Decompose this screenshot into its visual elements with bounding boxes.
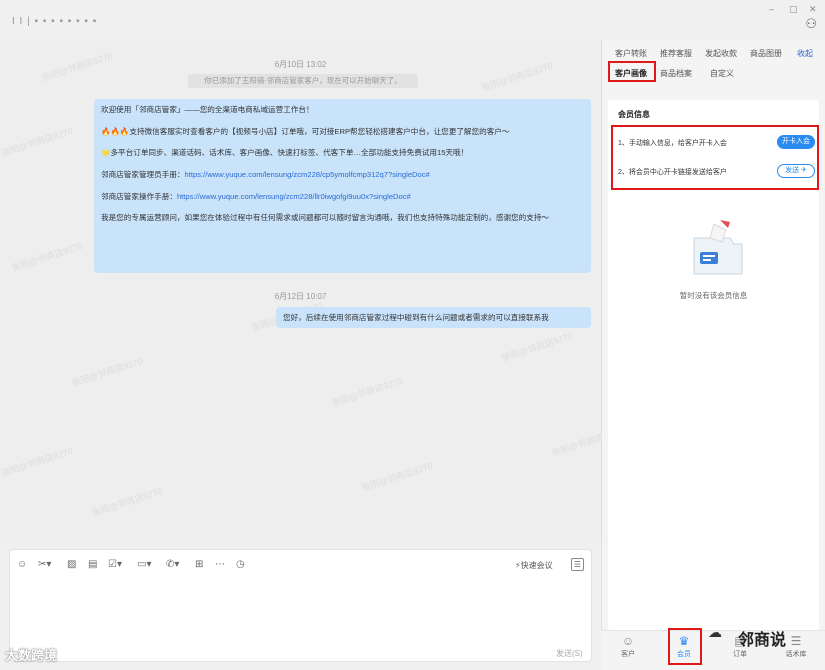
watermark: 张阳@邻商店9270 (0, 125, 75, 159)
watermark: 张阳@邻商店9270 (330, 375, 405, 409)
document-icon[interactable]: ▤ (88, 559, 97, 570)
highlight-frame (608, 61, 656, 82)
message-paragraph: 欢迎使用「邻商店管家」——您的全渠道电商私域运营工作台！ (101, 105, 314, 114)
file-icon[interactable]: ⊞ (195, 559, 203, 570)
quick-meeting-label: 快速会议 (520, 561, 553, 570)
brand-watermark: 邻商说 (738, 632, 787, 649)
nav-label: 客户 (621, 651, 635, 658)
tab-collect-payment[interactable]: 发起收款 (705, 48, 737, 59)
message-timestamp: 6月12日 10:07 (274, 292, 327, 301)
window-title: I I | ▪ ▪ ▪ ▪ ▪ ▪ ▪ ▪ (12, 16, 98, 27)
collapse-button[interactable]: 收起 (797, 48, 813, 59)
watermark: 张阳@邻商店9270 (90, 485, 165, 519)
minimize-button[interactable]: – (769, 4, 774, 14)
admin-manual-link[interactable]: https://www.yuque.com/lensung/zcm228/cp5… (185, 170, 430, 179)
title-bar: I I | ▪ ▪ ▪ ▪ ▪ ▪ ▪ ▪ – ▢ ✕ ⚇ (0, 0, 825, 40)
user-icon: ☺ (621, 634, 635, 648)
message-paragraph: 🔥🔥🔥支持微信客服实时查看客户的【视频号小店】订单哦，可对接ERP帮您轻松搭建客… (101, 126, 510, 136)
message-input[interactable]: ☺ ✂▾ ▨ ▤ ☑▾ ▭▾ ✆▾ ⊞ ⋯ ◷ ⚡快速会议 ☰ 发送(S) (9, 549, 592, 662)
highlight-frame (668, 628, 702, 665)
task-icon[interactable]: ☑▾ (108, 559, 122, 570)
add-contact-icon[interactable]: ⚇ (805, 16, 817, 32)
folder-icon[interactable]: ▭▾ (137, 559, 151, 570)
screenshot-icon[interactable]: ✂▾ (38, 559, 51, 570)
manual-label: 邻商店管家管理员手册： (101, 169, 185, 179)
corner-logo: 大数跨境 (5, 645, 57, 664)
member-card: 会员信息 1、手动输入信息，给客户开卡入会 开卡入会 2、将会员中心开卡链接发送… (608, 100, 819, 630)
empty-folder-icon (693, 220, 743, 275)
system-message: 你已添加了王阳骑-邻商店管家客户，现在可以开始聊天了。 (188, 74, 418, 88)
nav-item-customer[interactable]: ☺ 客户 (611, 633, 645, 659)
expand-icon[interactable]: ☰ (571, 558, 584, 571)
tab-custom[interactable]: 自定义 (710, 68, 734, 79)
watermark: 张阳@邻商店9270 (10, 240, 85, 274)
tab-recommend-service[interactable]: 推荐客服 (660, 48, 692, 59)
watermark: 张阳@邻商店9270 (0, 445, 75, 479)
tab-product-album[interactable]: 商品图册 (750, 48, 782, 59)
watermark: 张阳@邻商店9270 (550, 425, 601, 459)
chat-panel[interactable]: 张阳@邻商店9270 张阳@邻商店9270 张阳@邻商店9270 张阳@邻商店9… (0, 40, 601, 543)
more-icon[interactable]: ⋯ (215, 559, 225, 570)
watermark: 张阳@邻商店9270 (500, 330, 575, 364)
nav-label: 订单 (733, 651, 747, 658)
message-paragraph: 🌟多平台订单同步、渠道话码、话术库、客户画像、快速打标签、代客下单…全部功能支持… (101, 148, 469, 158)
operation-manual-link[interactable]: https://www.yuque.com/lensung/zcm228/llr… (177, 192, 411, 201)
clock-icon[interactable]: ◷ (236, 559, 245, 570)
maximize-button[interactable]: ▢ (789, 4, 798, 15)
message-paragraph: 邻商店管家操作手册：https://www.yuque.com/lensung/… (101, 192, 584, 203)
message-paragraph: 我是您的专属运营顾问，如果您在体验过程中有任何需求或问题都可以随时留言沟通哦，我… (101, 213, 550, 223)
message-paragraph: 邻商店管家管理员手册：https://www.yuque.com/lensung… (101, 170, 584, 181)
logo-text: 大数跨境 (5, 648, 58, 663)
call-icon[interactable]: ✆▾ (166, 559, 179, 570)
nav-label: 话术库 (785, 651, 807, 658)
message-bubble[interactable]: 您好，后续在使用邻商店管家过程中碰到有什么问题或者需求的可以直接联系我 (276, 307, 591, 328)
close-button[interactable]: ✕ (809, 4, 817, 15)
empty-state-text: 暂时没有该会员信息 (679, 291, 748, 300)
composer: ☺ ✂▾ ▨ ▤ ☑▾ ▭▾ ✆▾ ⊞ ⋯ ◷ ⚡快速会议 ☰ 发送(S) (0, 543, 601, 670)
tab-product-archive[interactable]: 商品档案 (660, 68, 692, 79)
right-panel: 客户转账 推荐客服 发起收款 商品图册 收起 客户画像 商品档案 自定义 会员信… (601, 40, 825, 670)
emoji-icon[interactable]: ☺ (17, 559, 27, 570)
message-timestamp: 6月10日 13:02 (274, 60, 327, 69)
watermark: 张阳@邻商店9270 (360, 460, 435, 494)
quick-meeting-button[interactable]: ⚡快速会议 (515, 560, 553, 571)
card-title: 会员信息 (618, 110, 650, 119)
image-icon[interactable]: ▨ (67, 559, 76, 570)
message-bubble[interactable]: 欢迎使用「邻商店管家」——您的全渠道电商私域运营工作台！ 🔥🔥🔥支持微信客服实时… (94, 99, 591, 273)
highlight-frame (611, 125, 819, 190)
watermark: 张阳@邻商店9270 (70, 355, 145, 389)
send-button[interactable]: 发送(S) (556, 648, 583, 659)
wechat-icon: ☁ (708, 624, 722, 640)
manual-label: 邻商店管家操作手册： (101, 191, 177, 201)
tab-customer-transfer[interactable]: 客户转账 (615, 48, 647, 59)
